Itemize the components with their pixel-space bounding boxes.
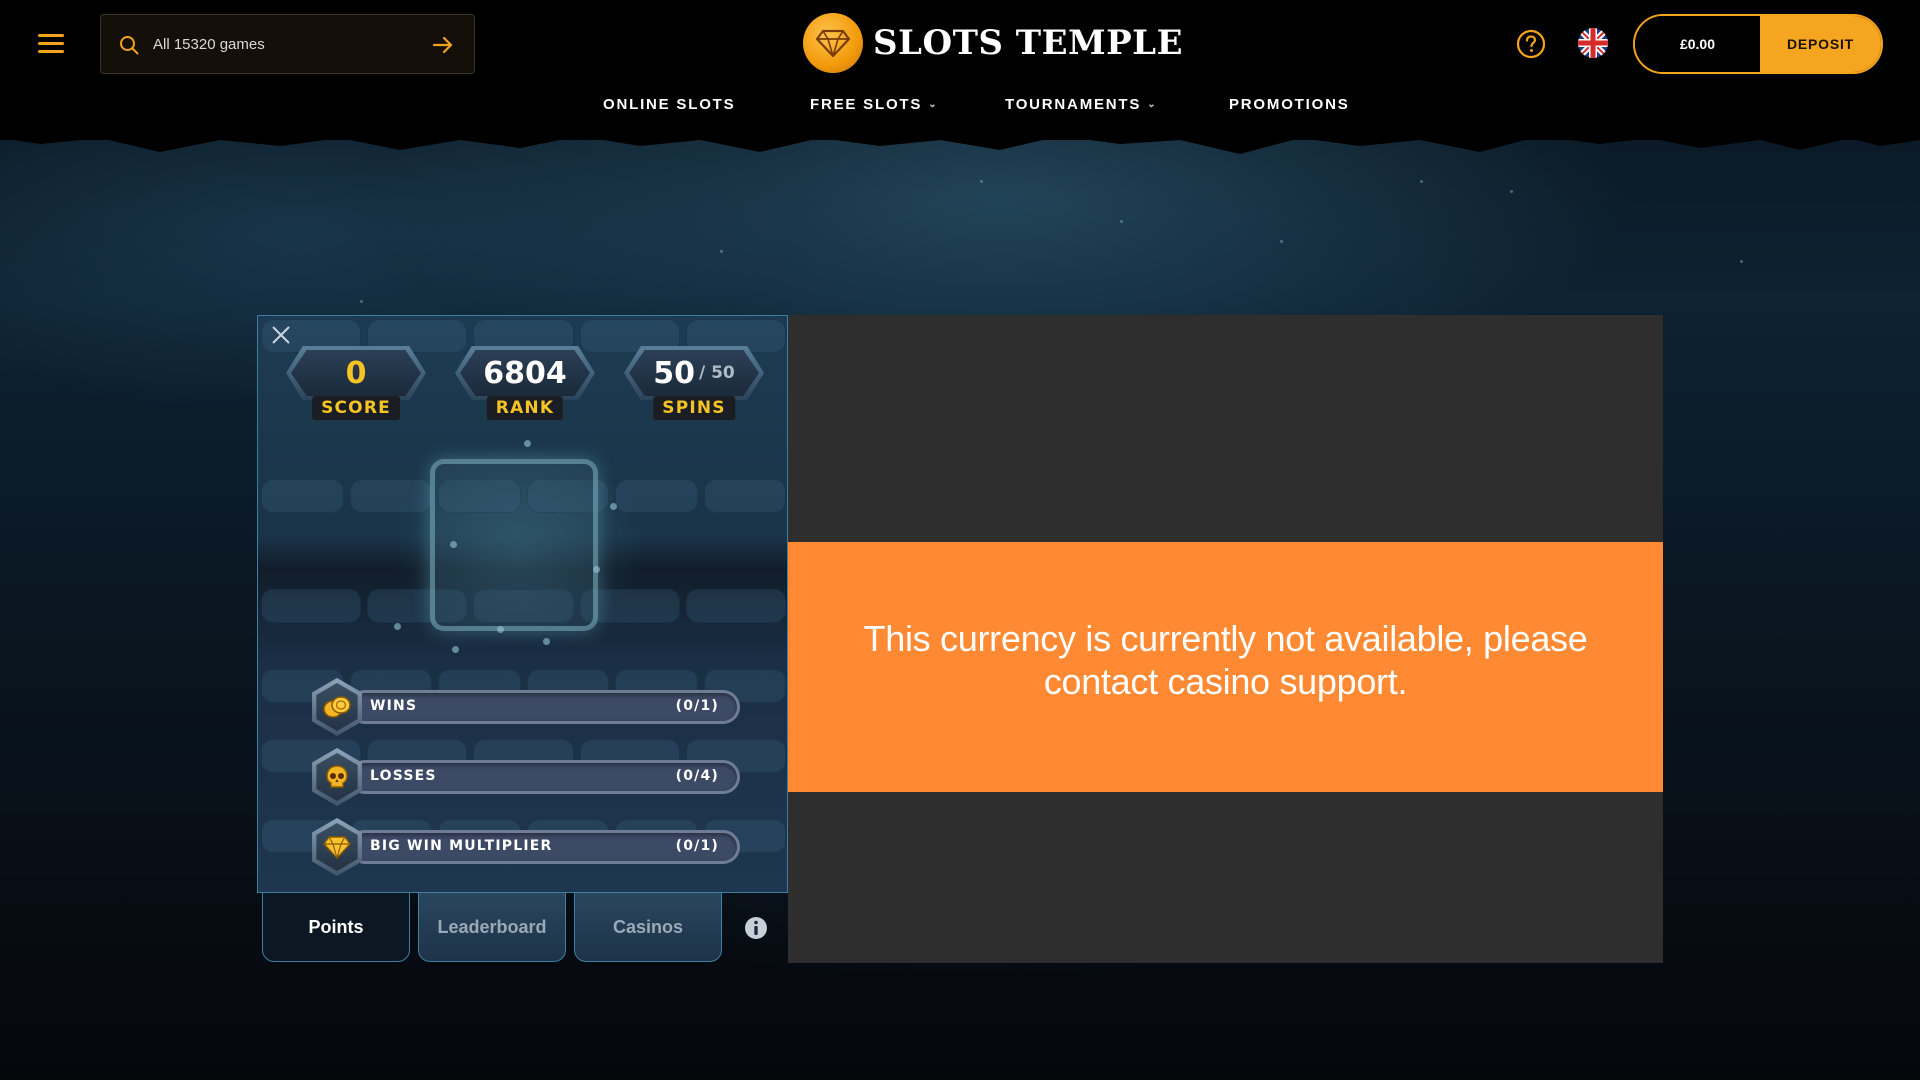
nav-label: ONLINE SLOTS [603,96,736,113]
mission-wins: WINS (0/1) [308,678,743,736]
spins-label: SPINS [653,396,735,420]
game-frame: This currency is currently not available… [788,315,1663,963]
rank-value: 6804 [483,355,567,391]
spins-value: 50 [653,355,695,391]
error-banner: This currency is currently not available… [788,542,1663,792]
score-value: 0 [345,355,367,391]
site-header: SLOTS TEMPLE £0.00 DEPOSIT [0,0,1920,140]
rank-stat: 6804 RANK [455,346,595,426]
nav-tournaments[interactable]: TOURNAMENTS ⌄ [1005,96,1157,113]
wallet-group: £0.00 DEPOSIT [1633,14,1883,74]
close-icon[interactable] [270,324,292,346]
nav-label: TOURNAMENTS [1005,96,1142,113]
mission-losses: LOSSES (0/4) [308,748,743,806]
score-label: SCORE [312,396,400,420]
nav-free-slots[interactable]: FREE SLOTS ⌄ [810,96,938,113]
deposit-button[interactable]: DEPOSIT [1760,16,1881,72]
tab-casinos[interactable]: Casinos [574,893,722,962]
chevron-down-icon: ⌄ [928,99,939,110]
main-nav: ONLINE SLOTS FREE SLOTS ⌄ TOURNAMENTS ⌄ … [0,96,1920,120]
nav-label: FREE SLOTS [810,96,923,113]
nav-promotions[interactable]: PROMOTIONS [1229,96,1350,113]
nav-online-slots[interactable]: ONLINE SLOTS [603,96,735,113]
tab-points[interactable]: Points [262,893,410,962]
help-icon[interactable] [1516,29,1546,59]
mission-name: LOSSES [370,768,437,784]
score-stat: 0 SCORE [286,346,426,426]
mission-name: BIG WIN MULTIPLIER [370,838,553,854]
spins-stat: 50 / 50 SPINS [624,346,764,426]
mission-big-win-multiplier: BIG WIN MULTIPLIER (0/1) [308,818,743,876]
balance-display[interactable]: £0.00 [1635,16,1760,72]
search-bar[interactable] [100,14,475,74]
mission-progress: (0/1) [675,838,719,854]
tournament-widget: 0 SCORE 6804 RANK 50 / 50 SPINS WINS (0/… [257,315,788,893]
uk-flag-icon[interactable] [1578,28,1608,58]
site-logo[interactable]: SLOTS TEMPLE [803,13,1183,73]
menu-icon[interactable] [38,34,64,54]
chevron-down-icon: ⌄ [1147,99,1158,110]
info-icon[interactable] [744,916,768,940]
search-input[interactable] [153,29,413,59]
search-icon [120,36,139,55]
error-message: This currency is currently not available… [863,618,1588,702]
page: SLOTS TEMPLE £0.00 DEPOSIT [0,0,1920,1080]
mission-progress: (0/4) [675,768,719,784]
nav-label: PROMOTIONS [1229,96,1350,113]
mission-name: WINS [370,698,418,714]
logo-text: SLOTS TEMPLE [873,23,1184,63]
spins-total: / 50 [698,363,735,383]
mission-progress: (0/1) [675,698,719,714]
diamond-logo-icon [803,13,863,73]
rank-label: RANK [486,396,564,420]
tab-leaderboard[interactable]: Leaderboard [418,893,566,962]
tournament-tabs: Points Leaderboard Casinos [262,893,788,963]
arrow-right-icon[interactable] [432,35,454,55]
jagged-edge [0,130,1920,154]
